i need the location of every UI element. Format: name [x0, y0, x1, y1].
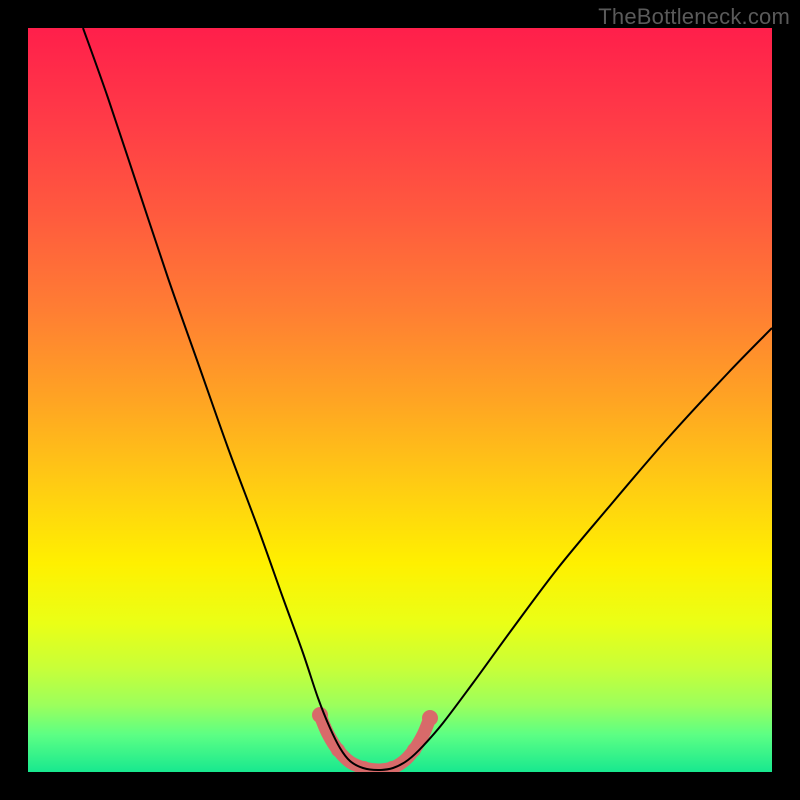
- chart-frame: TheBottleneck.com: [0, 0, 800, 800]
- bottleneck-curve: [83, 28, 772, 770]
- tolerance-end-dot: [312, 707, 328, 723]
- watermark-text: TheBottleneck.com: [598, 4, 790, 30]
- chart-plot-area: [28, 28, 772, 772]
- curve-layer: [28, 28, 772, 772]
- tolerance-end-dot: [422, 710, 438, 726]
